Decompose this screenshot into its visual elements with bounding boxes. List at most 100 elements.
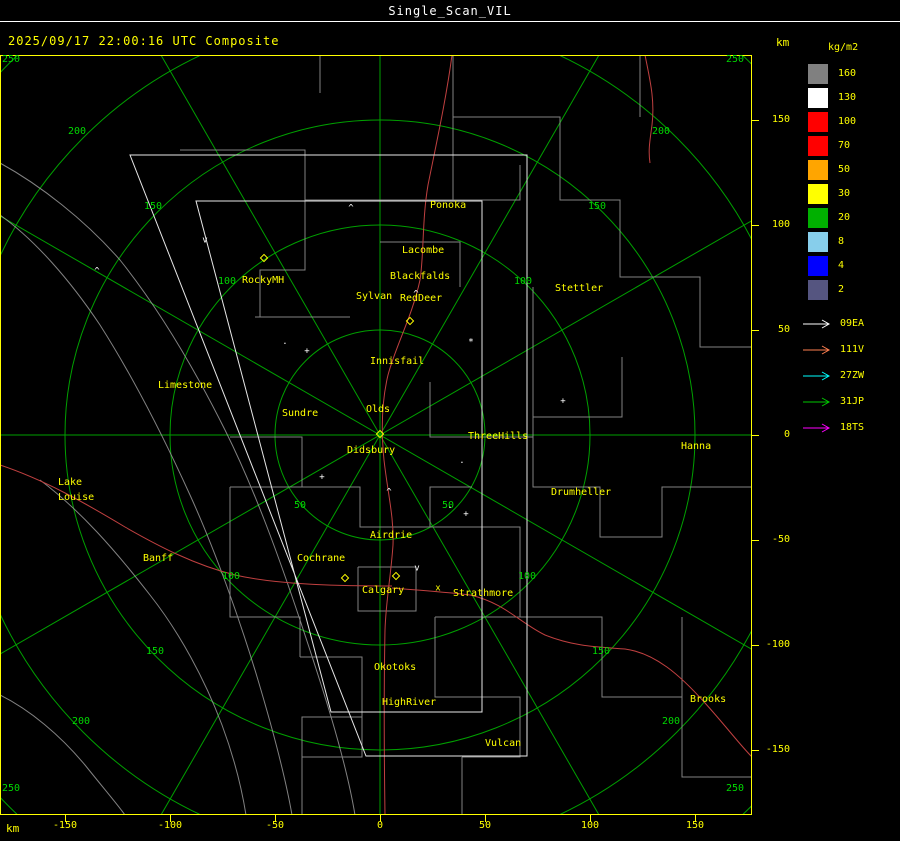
legend-scale-row: 2 [800,280,900,302]
map-symbol: + [304,346,310,357]
city-label-blackfalds: Blackfalds [390,271,451,282]
city-label-strathmore: Strathmore [453,588,514,599]
city-label-innisfail: Innisfail [370,356,425,367]
range-ring-label: 200 [68,126,87,137]
legend-color-swatch [808,136,828,156]
legend-scale-value: 8 [838,236,845,247]
legend-color-swatch [808,280,828,300]
city-label-rockymh: RockyMH [242,275,285,286]
legend-scale-row: 50 [800,160,900,182]
city-label-cochrane: Cochrane [297,553,346,564]
map-symbol: ^ [348,203,354,214]
city-label-airdrie: Airdrie [370,530,413,541]
radar-site-marker [375,429,385,439]
right-axis-tick [752,540,759,541]
station-id: 27ZW [840,370,865,381]
map-symbol: * [468,337,474,348]
city-label-highriver: HighRiver [382,697,437,708]
legend-scale-row: 20 [800,208,900,230]
right-axis-label: -100 [765,639,790,650]
bottom-axis-label: 0 [376,820,384,831]
bottom-axis-tick [275,815,276,822]
city-label-okotoks: Okotoks [374,662,417,673]
station-row: 09EA [800,318,900,332]
legend-scale-value: 4 [838,260,845,271]
range-ring-label: 150 [592,646,611,657]
right-axis-label: 100 [771,219,790,230]
right-axis-label: 50 [777,324,790,335]
legend-scale-value: 160 [838,68,857,79]
city-label-lacombe: Lacombe [402,245,445,256]
station-row: 31JP [800,396,900,410]
city-label-olds: Olds [366,404,391,415]
map-symbol: v [202,235,208,246]
legend-scale-row: 100 [800,112,900,134]
legend-scale-value: 130 [838,92,857,103]
station-id: 09EA [840,318,865,329]
radar-viewer-window: Single_Scan_VIL 2025/09/17 22:00:16 UTC … [0,0,900,841]
bottom-axis-tick [380,815,381,822]
legend-color-swatch [808,256,828,276]
legend-color-swatch [808,160,828,180]
legend-scale-row: 130 [800,88,900,110]
station-arrow-icon [803,319,831,329]
station-arrow-icon [803,371,831,381]
bottom-axis-tick [170,815,171,822]
range-ring-label: 100 [518,571,537,582]
legend-scale-value: 20 [838,212,851,223]
legend-color-swatch [808,184,828,204]
right-axis-tick [752,435,759,436]
map-symbol: + [463,509,469,520]
range-ring-label: 50 [294,500,307,511]
legend-color-swatch [808,88,828,108]
range-ring-label: 100 [222,571,241,582]
station-arrow-icon [803,345,831,355]
legend-panel: kg/m2 160 130 100 70 50 30 20 8 4 2 09EA 111V 27ZW 3… [800,40,900,460]
bottom-axis-label: -100 [157,820,183,831]
range-ring-label: 150 [144,201,163,212]
map-symbol: x [435,583,441,594]
station-row: 27ZW [800,370,900,384]
station-id: 111V [840,344,865,355]
radar-site-marker [405,316,415,326]
bottom-axis-tick [590,815,591,822]
city-label-reddeer: RedDeer [400,293,443,304]
radar-site-marker [391,571,401,581]
window-title: Single_Scan_VIL [388,3,512,18]
right-axis-label: 0 [783,429,790,440]
right-axis-unit: km [776,36,790,49]
map-labels: Ponoka Lacombe Blackfalds Sylvan RedDeer Rock… [0,55,752,815]
station-row: 18TS [800,422,900,436]
radar-site-marker [259,253,269,263]
station-id: 18TS [840,422,865,433]
map-symbol: · [447,503,453,514]
right-axis-tick [752,225,759,226]
city-label-ponoka: Ponoka [430,200,467,211]
bottom-axis-label: 100 [580,820,600,831]
right-axis-label: -50 [771,534,790,545]
legend-color-swatch [808,64,828,84]
right-axis-tick [752,330,759,331]
station-arrow-icon [803,397,831,407]
legend-color-swatch [808,208,828,228]
city-label-threehills: ThreeHills [468,431,529,442]
map-symbol: · [282,339,288,350]
legend-scale-value: 30 [838,188,851,199]
map-symbol: ^ [386,487,392,498]
window-title-bar: Single_Scan_VIL [0,0,900,22]
legend-scale-row: 30 [800,184,900,206]
radar-map-display[interactable]: Ponoka Lacombe Blackfalds Sylvan RedDeer Rock… [0,55,752,815]
right-axis-label: 150 [771,114,790,125]
bottom-axis-tick [65,815,66,822]
legend-scale-row: 4 [800,256,900,278]
right-axis-label: -150 [765,744,790,755]
legend-scale-value: 100 [838,116,857,127]
legend-scale-value: 2 [838,284,845,295]
bottom-axis-label: -150 [52,820,78,831]
city-label-limestone: Limestone [158,380,213,391]
city-label-calgary: Calgary [362,585,405,596]
legend-color-swatch [808,232,828,252]
station-arrow-icon [803,423,831,433]
range-ring-label: 150 [588,201,607,212]
city-label-brooks: Brooks [690,694,727,705]
